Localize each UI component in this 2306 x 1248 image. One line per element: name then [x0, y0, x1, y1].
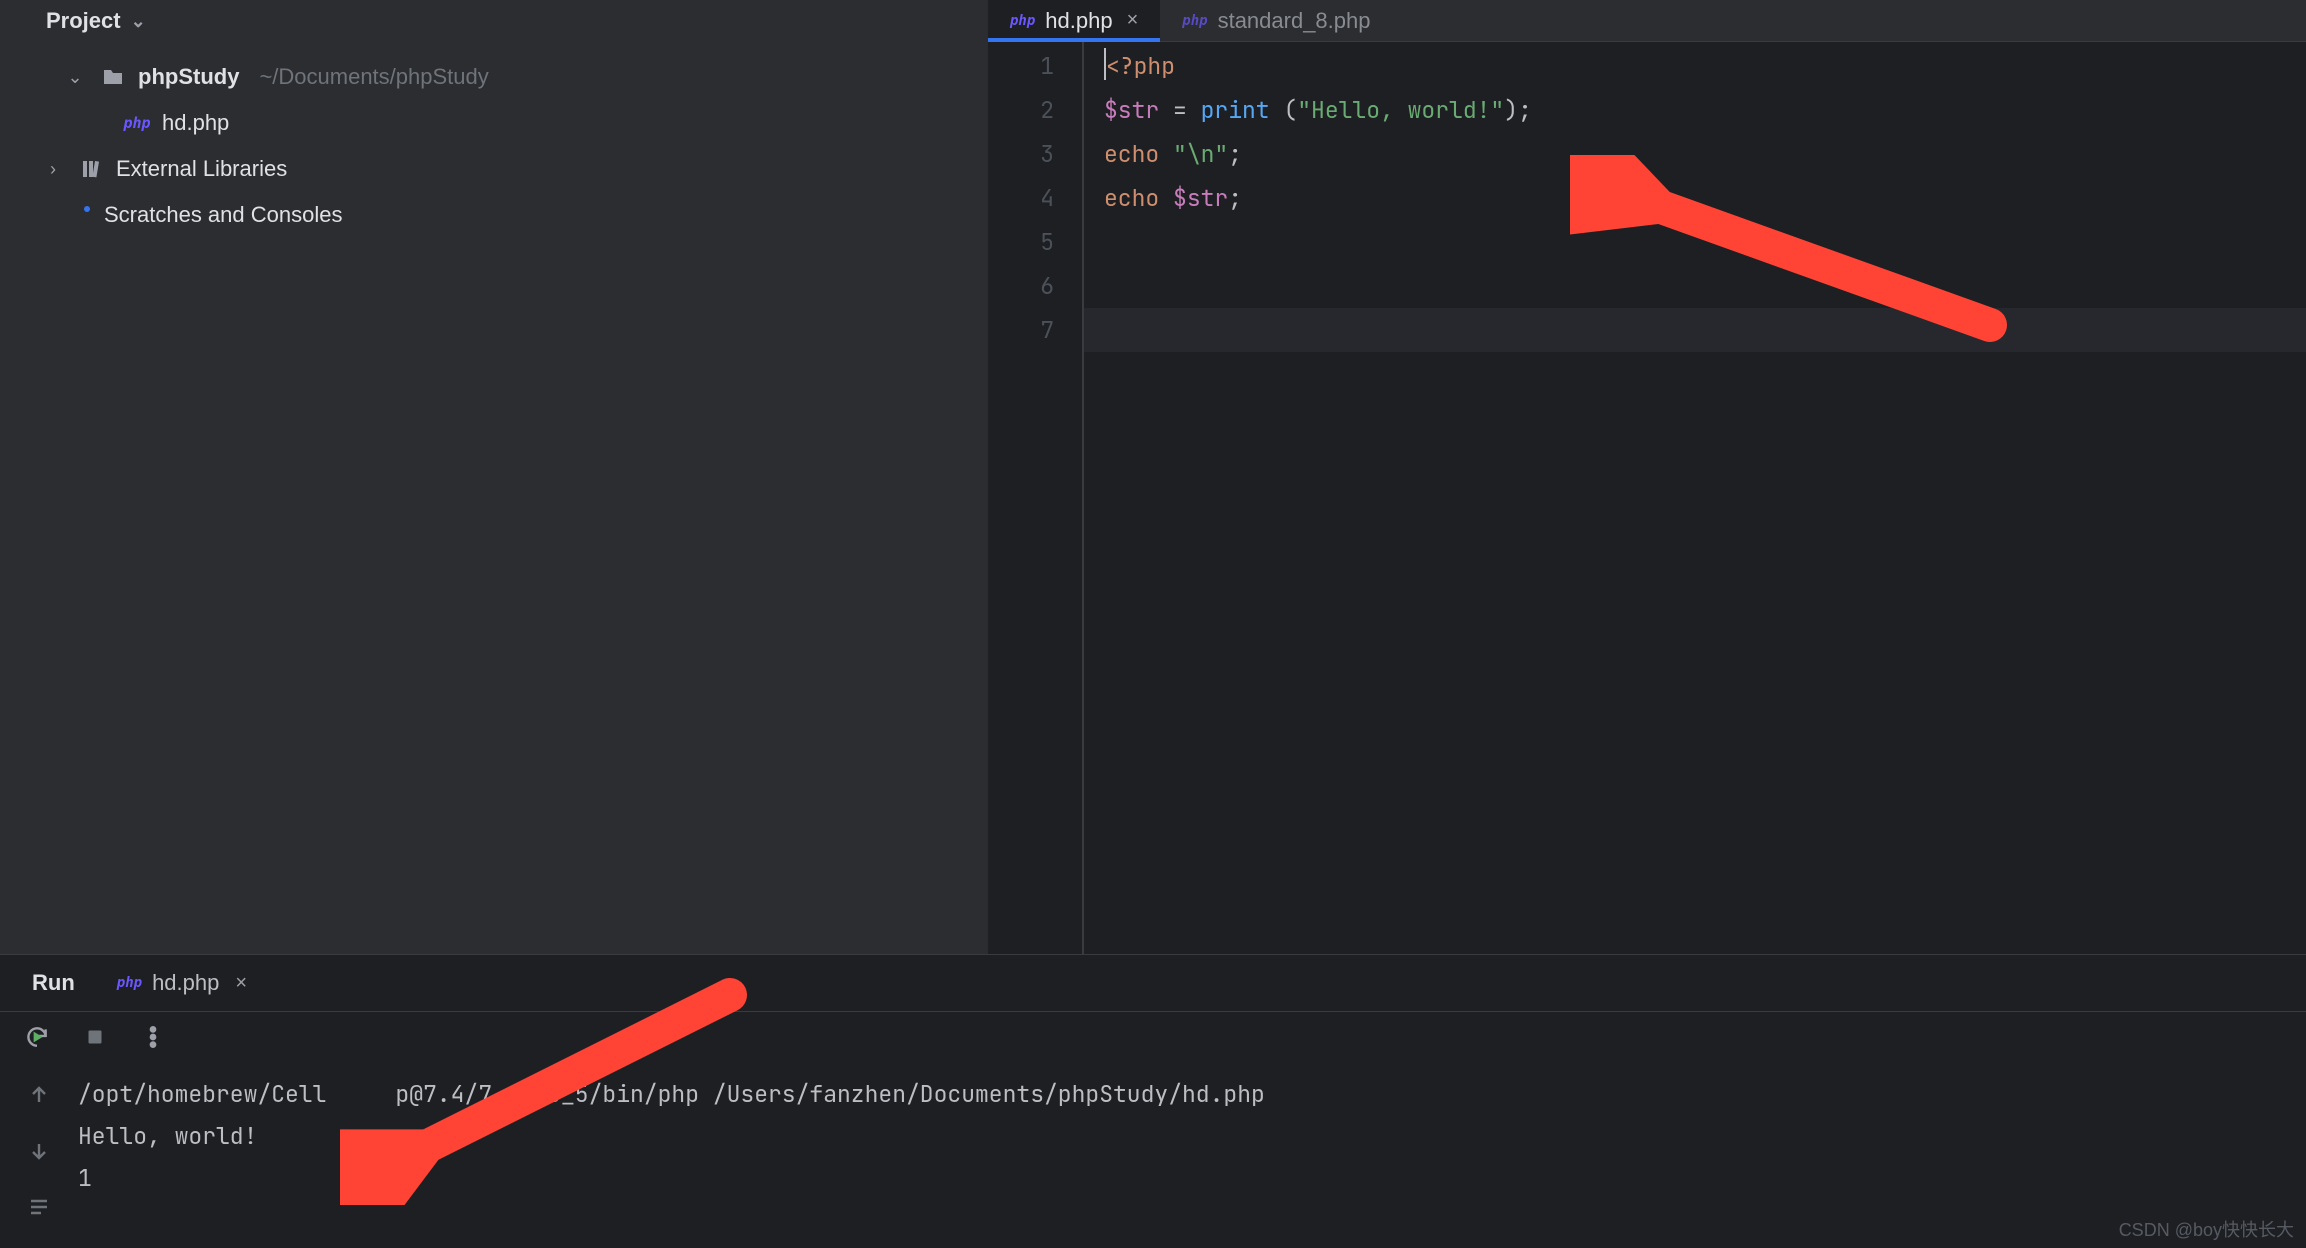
editor-tab-bar: php hd.php × php standard_8.php: [988, 0, 2306, 42]
php-file-icon: php: [124, 110, 150, 136]
project-title: Project: [46, 8, 121, 34]
php-file-icon: php: [1010, 13, 1035, 29]
scratch-icon: [66, 202, 92, 228]
line-number: 1: [988, 44, 1082, 88]
close-icon[interactable]: ×: [1127, 9, 1139, 32]
project-tool-window: Project ⌄ ⌄ phpStudy ~/Documents/phpStud…: [0, 0, 988, 954]
code-line: echo $str;: [1104, 176, 2306, 220]
project-panel-header[interactable]: Project ⌄: [0, 0, 988, 48]
project-tree: ⌄ phpStudy ~/Documents/phpStudy php hd.p…: [0, 48, 988, 244]
line-number: 4: [988, 176, 1082, 220]
editor-tab-hd-php[interactable]: php hd.php ×: [988, 0, 1160, 41]
code-line: [1104, 220, 2306, 264]
php-file-icon: php: [1182, 13, 1207, 29]
editor: php hd.php × php standard_8.php 1 2 3 4 …: [988, 0, 2306, 954]
php-file-icon: php: [117, 975, 142, 991]
run-side-toolbar: [0, 1067, 78, 1248]
console-output[interactable]: /opt/homebrew/Cell p@7.4/7.4.33_5/bin/ph…: [78, 1067, 2306, 1248]
rerun-icon[interactable]: [24, 1024, 50, 1056]
tree-root-folder[interactable]: ⌄ phpStudy ~/Documents/phpStudy: [0, 54, 988, 100]
more-icon[interactable]: [140, 1024, 166, 1056]
tree-item-label: phpStudy: [138, 64, 239, 90]
chevron-down-icon: ⌄: [62, 67, 88, 88]
code-line-current: [1084, 308, 2306, 352]
tab-label: hd.php: [1045, 8, 1112, 34]
soft-wrap-icon[interactable]: [27, 1195, 51, 1225]
chevron-right-icon: ›: [40, 159, 66, 180]
gutter: 1 2 3 4 5 6 7: [988, 42, 1082, 954]
tree-file-hd-php[interactable]: php hd.php: [0, 100, 988, 146]
chevron-down-icon: ⌄: [131, 11, 146, 32]
code-editor[interactable]: 1 2 3 4 5 6 7 <?php $str = print ("Hello…: [988, 42, 2306, 954]
run-panel-header: Run php hd.php ×: [0, 955, 2306, 1011]
code-line: echo "\n";: [1104, 132, 2306, 176]
code-line: [1104, 264, 2306, 308]
tree-scratches[interactable]: Scratches and Consoles: [0, 192, 988, 238]
arrow-down-icon[interactable]: [27, 1139, 51, 1169]
console-line: /opt/homebrew/Cell p@7.4/7.4.33_5/bin/ph…: [78, 1073, 2306, 1115]
tree-external-libraries[interactable]: › External Libraries: [0, 146, 988, 192]
tree-item-label: Scratches and Consoles: [104, 202, 342, 228]
arrow-up-icon[interactable]: [27, 1083, 51, 1113]
run-tab-hd-php[interactable]: php hd.php ×: [105, 955, 259, 1011]
code-line: <?php: [1104, 44, 2306, 88]
folder-icon: [100, 64, 126, 90]
tree-item-label: External Libraries: [116, 156, 287, 182]
line-number: 5: [988, 220, 1082, 264]
line-number: 7: [988, 308, 1082, 352]
close-icon[interactable]: ×: [235, 972, 247, 995]
editor-tab-standard-8-php[interactable]: php standard_8.php: [1160, 0, 1392, 41]
console-line: 1: [78, 1157, 2306, 1199]
tree-item-label: hd.php: [162, 110, 229, 136]
run-panel-title: Run: [32, 970, 75, 996]
run-tool-window: Run php hd.php × /opt/homebrew/Cell p@7.…: [0, 954, 2306, 1248]
tab-label: standard_8.php: [1218, 8, 1371, 34]
code-body[interactable]: <?php $str = print ("Hello, world!"); ec…: [1084, 42, 2306, 954]
run-toolbar: [0, 1011, 2306, 1067]
code-line: $str = print ("Hello, world!");: [1104, 88, 2306, 132]
library-icon: [78, 156, 104, 182]
tree-item-path: ~/Documents/phpStudy: [259, 64, 488, 90]
console-line: Hello, world!: [78, 1115, 2306, 1157]
line-number: 6: [988, 264, 1082, 308]
watermark: CSDN @boy快快长大: [2119, 1216, 2294, 1242]
stop-icon[interactable]: [82, 1024, 108, 1056]
run-tab-label: hd.php: [152, 970, 219, 996]
line-number: 2: [988, 88, 1082, 132]
line-number: 3: [988, 132, 1082, 176]
